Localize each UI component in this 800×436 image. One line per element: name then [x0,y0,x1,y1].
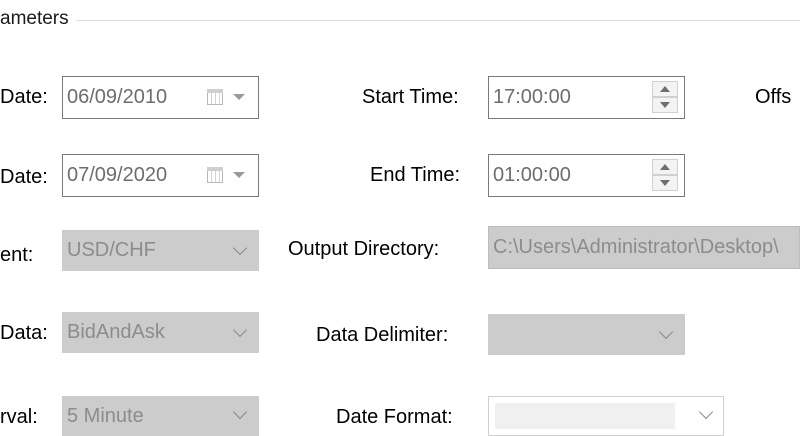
date-format-label: Date Format: [336,406,453,428]
end-time-input[interactable]: 01:00:00 [488,154,685,197]
data-type-select[interactable]: BidAndAsk [62,312,259,353]
start-time-value: 17:00:00 [493,86,571,108]
spin-up-icon[interactable] [652,159,678,175]
end-date-label: Date: [0,166,48,188]
chevron-down-icon[interactable] [232,322,248,338]
output-directory-value: C:\Users\Administrator\Desktop\ [493,236,779,258]
start-date-picker[interactable]: 06/09/2010 [62,76,259,119]
output-directory-label: Output Directory: [288,238,440,260]
instrument-select[interactable]: USD/CHF [62,230,259,271]
group-box-border [76,20,800,21]
start-date-value: 06/09/2010 [67,86,168,108]
end-date-value: 07/09/2020 [67,164,168,186]
chevron-down-icon[interactable] [233,172,245,178]
spin-up-icon[interactable] [652,81,678,97]
date-format-value-area [495,403,675,429]
chevron-down-icon[interactable] [658,324,674,340]
calendar-icon[interactable] [207,167,223,183]
chevron-down-icon[interactable] [232,240,248,256]
start-time-spinner[interactable] [652,81,678,114]
data-delimiter-select[interactable] [488,314,685,355]
date-format-select[interactable] [488,396,724,436]
instrument-label: ent: [0,244,34,266]
start-time-input[interactable]: 17:00:00 [488,76,685,119]
data-type-value: BidAndAsk [67,321,165,343]
interval-select[interactable]: 5 Minute [62,396,259,436]
interval-label: rval: [0,406,38,428]
data-label: Data: [0,322,48,344]
end-date-picker[interactable]: 07/09/2020 [62,154,259,197]
calendar-icon[interactable] [207,89,223,105]
end-time-spinner[interactable] [652,159,678,192]
output-directory-input[interactable]: C:\Users\Administrator\Desktop\ [488,226,800,269]
spin-down-icon[interactable] [652,175,678,191]
offset-label: Offs [755,86,792,108]
instrument-value: USD/CHF [67,239,156,261]
chevron-down-icon[interactable] [233,94,245,100]
chevron-down-icon[interactable] [698,404,714,420]
group-box-title: ameters [0,8,75,30]
chevron-down-icon[interactable] [232,404,248,420]
start-date-label: Date: [0,86,48,108]
end-time-label: End Time: [370,164,461,186]
spin-down-icon[interactable] [652,97,678,113]
start-time-label: Start Time: [362,86,459,108]
interval-value: 5 Minute [67,404,144,427]
data-delimiter-label: Data Delimiter: [316,324,449,346]
end-time-value: 01:00:00 [493,164,571,186]
